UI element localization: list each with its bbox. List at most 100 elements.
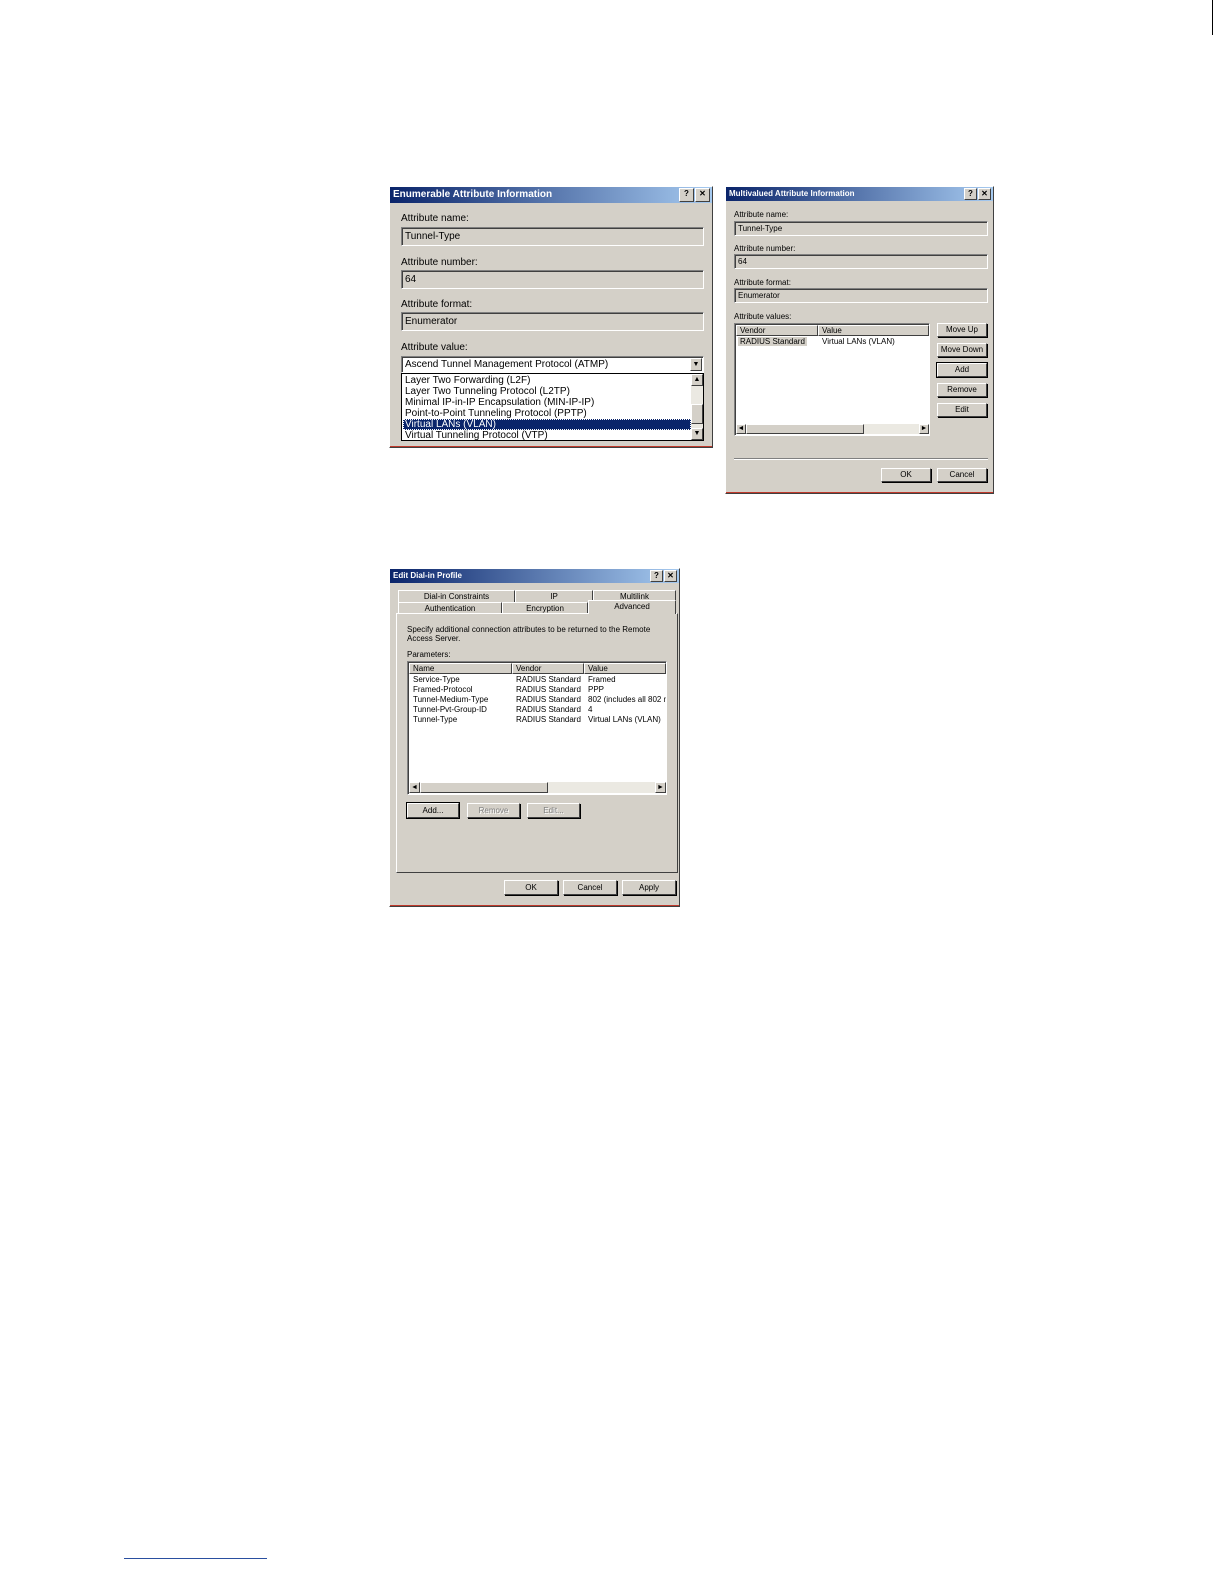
edit-button[interactable]: Edit: [937, 403, 987, 417]
attribute-name-field: Tunnel-Type: [401, 227, 704, 246]
chevron-down-icon[interactable]: ▼: [690, 358, 702, 371]
attribute-number-field: 64: [734, 254, 988, 269]
attribute-values-list[interactable]: Vendor Value RADIUS Standard Virtual LAN…: [734, 323, 930, 436]
scroll-down-icon[interactable]: ▼: [691, 428, 703, 440]
row-vendor: RADIUS Standard: [516, 685, 581, 694]
multivalued-attribute-dialog: Multivalued Attribute Information ? ✕ At…: [725, 186, 994, 494]
list-horizontal-scrollbar[interactable]: ◄ ►: [409, 782, 666, 793]
column-header-vendor[interactable]: Vendor: [512, 663, 584, 674]
row-vendor: RADIUS Standard: [516, 715, 581, 724]
remove-parameter-button[interactable]: Remove: [467, 803, 520, 818]
row-value: PPP: [588, 685, 605, 694]
table-row[interactable]: Tunnel-Type RADIUS Standard Virtual LANs (…: [409, 715, 666, 725]
attribute-format-field: Enumerator: [734, 288, 988, 303]
edit-parameter-button[interactable]: Edit...: [527, 803, 580, 818]
attribute-name-label: Attribute name:: [734, 210, 789, 219]
list-scroll-thumb[interactable]: [691, 404, 703, 424]
page-edge-line: [1212, 0, 1213, 35]
attribute-value-dropdown[interactable]: Ascend Tunnel Management Protocol (ATMP)…: [401, 356, 704, 373]
dialin-dialog-titlebar: Edit Dial-in Profile ? ✕: [390, 569, 679, 583]
parameters-list[interactable]: Name Vendor Value Service-Type RADIUS Sta…: [407, 661, 667, 795]
crop-line: [726, 492, 993, 493]
attribute-number-field: 64: [401, 270, 704, 289]
row-value: 4: [588, 705, 593, 714]
row-name: Tunnel-Pvt-Group-ID: [413, 705, 487, 714]
list-vertical-scrollbar[interactable]: ▲ ▼: [691, 374, 703, 440]
tab-dialin-constraints[interactable]: Dial-in Constraints: [398, 590, 515, 602]
help-icon[interactable]: ?: [964, 188, 977, 200]
divider: [734, 458, 988, 460]
add-parameter-button[interactable]: Add...: [406, 802, 460, 819]
ok-button[interactable]: OK: [504, 880, 558, 895]
enumerable-dialog-title: Enumerable Attribute Information: [393, 189, 553, 200]
enumerable-dialog-titlebar: Enumerable Attribute Information ? ✕: [390, 187, 712, 203]
scroll-left-icon[interactable]: ◄: [736, 424, 746, 434]
row-value: Virtual LANs (VLAN): [588, 715, 661, 724]
crop-line: [390, 446, 712, 447]
attribute-name-field: Tunnel-Type: [734, 221, 988, 236]
advanced-tab-panel: Specify additional connection attributes…: [396, 613, 678, 873]
enumerable-attribute-dialog: Enumerable Attribute Information ? ✕ Att…: [389, 186, 713, 448]
row-value: Framed: [588, 675, 616, 684]
apply-button[interactable]: Apply: [622, 880, 676, 895]
list-scroll-thumb[interactable]: [746, 424, 864, 434]
edit-dialin-profile-dialog: Edit Dial-in Profile ? ✕ Dial-in Constra…: [389, 568, 680, 907]
column-header-vendor[interactable]: Vendor: [736, 325, 818, 336]
add-button[interactable]: Add: [936, 362, 988, 378]
row-vendor: RADIUS Standard: [516, 705, 581, 714]
attribute-format-label: Attribute format:: [734, 278, 791, 287]
dropdown-selected-value: Ascend Tunnel Management Protocol (ATMP): [405, 359, 609, 370]
dropdown-option[interactable]: Layer Two Tunneling Protocol (L2TP): [403, 386, 691, 397]
dropdown-option[interactable]: Virtual LANs (VLAN): [403, 419, 691, 430]
table-row[interactable]: Service-Type RADIUS Standard Framed: [409, 675, 666, 685]
scroll-right-icon[interactable]: ►: [655, 782, 666, 793]
dropdown-option[interactable]: Minimal IP-in-IP Encapsulation (MIN-IP-I…: [403, 397, 691, 408]
attribute-number-label: Attribute number:: [401, 257, 478, 268]
table-row[interactable]: Framed-Protocol RADIUS Standard PPP: [409, 685, 666, 695]
row-vendor: RADIUS Standard: [516, 675, 581, 684]
table-row[interactable]: RADIUS Standard Virtual LANs (VLAN): [736, 337, 929, 347]
scroll-right-icon[interactable]: ►: [919, 424, 929, 434]
table-row[interactable]: Tunnel-Pvt-Group-ID RADIUS Standard 4: [409, 705, 666, 715]
scroll-left-icon[interactable]: ◄: [409, 782, 420, 793]
parameters-label: Parameters:: [407, 650, 451, 659]
close-icon[interactable]: ✕: [664, 570, 677, 582]
row-name: Tunnel-Type: [413, 715, 458, 724]
attribute-number-label: Attribute number:: [734, 244, 796, 253]
row-name: Service-Type: [413, 675, 460, 684]
cancel-button[interactable]: Cancel: [937, 468, 987, 482]
row-value: Virtual LANs (VLAN): [822, 337, 895, 346]
move-up-button[interactable]: Move Up: [937, 323, 987, 337]
ok-button[interactable]: OK: [881, 468, 931, 482]
multivalued-dialog-title: Multivalued Attribute Information: [729, 189, 855, 198]
list-horizontal-scrollbar[interactable]: ◄ ►: [736, 424, 929, 434]
attribute-format-label: Attribute format:: [401, 299, 473, 310]
close-icon[interactable]: ✕: [695, 188, 710, 202]
dropdown-option[interactable]: Layer Two Forwarding (L2F): [403, 375, 691, 386]
list-scroll-thumb[interactable]: [420, 782, 548, 793]
close-icon[interactable]: ✕: [978, 188, 991, 200]
move-down-button[interactable]: Move Down: [937, 343, 987, 357]
table-row[interactable]: Tunnel-Medium-Type RADIUS Standard 802 (in…: [409, 695, 666, 705]
column-header-name[interactable]: Name: [409, 663, 512, 674]
dropdown-option[interactable]: Point-to-Point Tunneling Protocol (PPTP): [403, 408, 691, 419]
help-icon[interactable]: ?: [650, 570, 663, 582]
attribute-value-list[interactable]: Layer Two Forwarding (L2F) Layer Two Tunn…: [401, 373, 704, 441]
row-value: 802 (includes all 802 m: [588, 695, 666, 704]
cancel-button[interactable]: Cancel: [563, 880, 617, 895]
dropdown-option[interactable]: Virtual Tunneling Protocol (VTP): [403, 430, 691, 440]
help-icon[interactable]: ?: [679, 188, 694, 202]
tab-advanced[interactable]: Advanced: [588, 600, 676, 614]
multivalued-dialog-titlebar: Multivalued Attribute Information ? ✕: [726, 187, 993, 201]
remove-button[interactable]: Remove: [937, 383, 987, 397]
scroll-up-icon[interactable]: ▲: [691, 374, 703, 386]
dialin-dialog-title: Edit Dial-in Profile: [393, 571, 462, 580]
column-header-value[interactable]: Value: [584, 663, 666, 674]
tab-ip[interactable]: IP: [515, 590, 593, 602]
column-header-value[interactable]: Value: [818, 325, 929, 336]
attribute-values-label: Attribute values:: [734, 312, 792, 321]
footnote-rule: [124, 1558, 267, 1559]
row-name: Tunnel-Medium-Type: [413, 695, 489, 704]
attribute-format-field: Enumerator: [401, 312, 704, 331]
attribute-value-label: Attribute value:: [401, 342, 468, 353]
